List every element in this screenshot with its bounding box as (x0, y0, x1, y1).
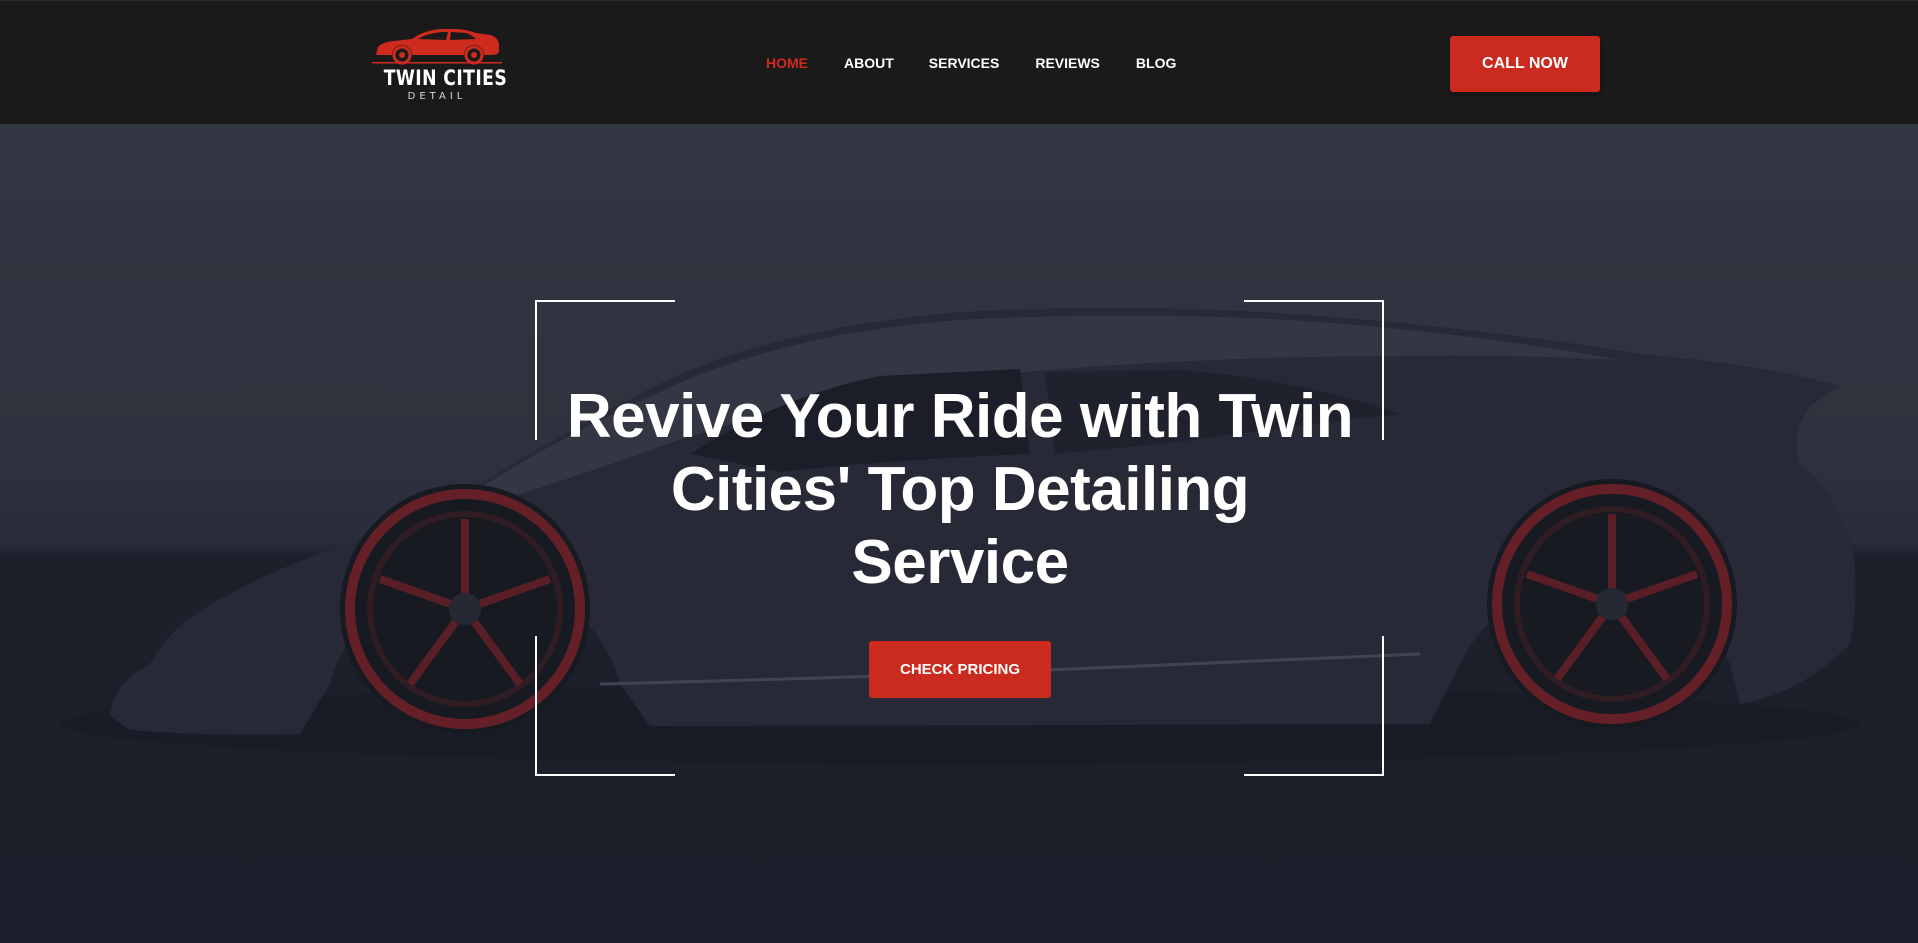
logo[interactable]: TWIN CITIES DETAIL (372, 25, 508, 105)
sports-car-icon (372, 28, 502, 65)
nav-item-reviews[interactable]: REVIEWS (1035, 53, 1100, 73)
nav-item-about[interactable]: ABOUT (844, 53, 894, 73)
frame-corner-bottom-right (1244, 636, 1384, 776)
hero-title: Revive Your Ride with Twin Cities' Top D… (566, 382, 1354, 597)
logo-subtitle: DETAIL (407, 91, 467, 102)
check-pricing-button[interactable]: CHECK PRICING (869, 641, 1051, 698)
main-nav: HOME ABOUT SERVICES REVIEWS BLOG (766, 53, 1176, 73)
logo-title: TWIN CITIES (383, 66, 508, 90)
hero-section: Revive Your Ride with Twin Cities' Top D… (0, 124, 1918, 943)
nav-item-blog[interactable]: BLOG (1136, 53, 1176, 73)
call-now-button[interactable]: CALL NOW (1450, 36, 1600, 92)
nav-item-services[interactable]: SERVICES (929, 53, 1000, 73)
site-header: TWIN CITIES DETAIL HOME ABOUT SERVICES R… (0, 0, 1918, 124)
nav-item-home[interactable]: HOME (766, 53, 808, 73)
frame-corner-bottom-left (535, 636, 675, 776)
